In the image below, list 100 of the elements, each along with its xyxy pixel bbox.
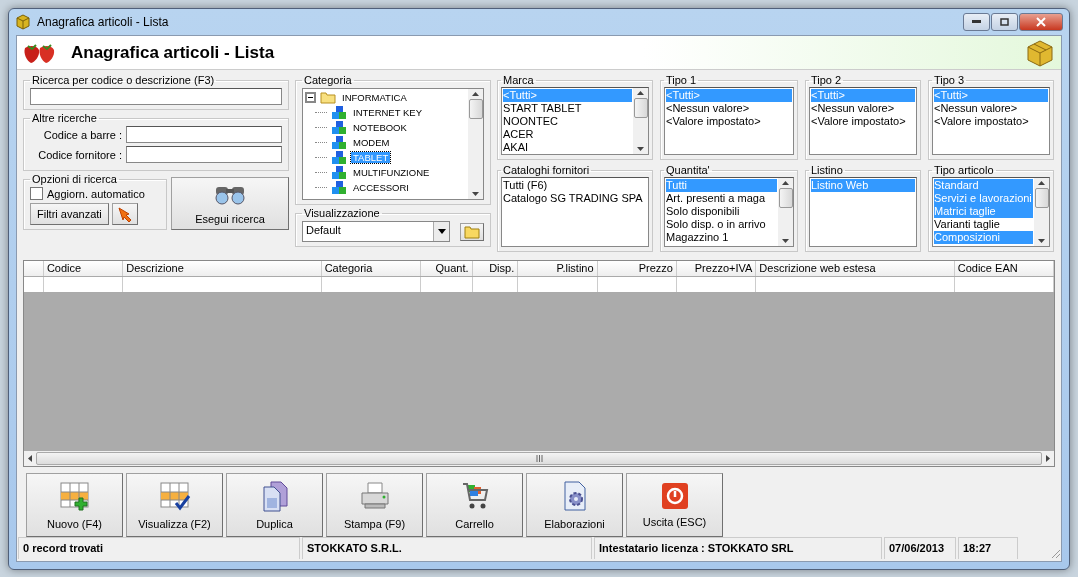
grid-check-icon (158, 480, 191, 512)
maximize-button[interactable] (991, 12, 1018, 31)
action-button[interactable]: Stampa (F9) (326, 473, 423, 537)
column-header[interactable]: Categoria (321, 261, 421, 276)
scroll-thumb[interactable] (778, 188, 793, 208)
scroll-thumb[interactable] (1034, 188, 1049, 208)
scroll-thumb[interactable] (468, 99, 483, 119)
list-item[interactable]: Art. presenti a maga (666, 192, 777, 205)
run-search-button[interactable]: Esegui ricerca (171, 177, 289, 230)
list-item[interactable]: <Valore impostato> (934, 115, 1048, 128)
close-button[interactable] (1019, 12, 1063, 31)
scroll-up-icon[interactable] (637, 91, 644, 95)
tree-item[interactable]: INTERNET KEY (351, 107, 424, 118)
column-header[interactable]: Descrizione (123, 261, 322, 276)
search-field[interactable] (30, 88, 282, 105)
blocks-icon (331, 105, 347, 120)
arrow-button[interactable] (111, 203, 138, 225)
status-text: 07/06/2013 (884, 537, 956, 559)
list-item[interactable]: <Valore impostato> (811, 115, 915, 128)
scroll-down-icon[interactable] (472, 192, 479, 196)
grid-plus-icon (58, 480, 91, 512)
column-header[interactable]: Descrizione web estesa (756, 261, 955, 276)
list-item[interactable]: NOONTEC (503, 115, 632, 128)
input-field[interactable] (126, 146, 282, 163)
list-item[interactable]: Tutti (F6) (503, 179, 647, 192)
field-label: Codice fornitore : (37, 148, 122, 161)
column-header[interactable]: Disp. (472, 261, 519, 276)
list-item[interactable]: <Nessun valore> (666, 102, 792, 115)
status-text: 18:27 (958, 537, 1018, 559)
group-title: Tipo 3 (933, 74, 966, 86)
scrollbar[interactable] (468, 89, 483, 199)
list-item[interactable]: START TABLET (503, 102, 632, 115)
group-title: Tipo 2 (810, 74, 843, 86)
tree-item[interactable]: MULTIFUNZIONE (351, 167, 432, 178)
list-item[interactable]: <Nessun valore> (811, 102, 915, 115)
view-dropdown[interactable]: Default (302, 221, 450, 242)
tree-item[interactable]: NOTEBOOK (351, 122, 409, 133)
scrollbar[interactable] (633, 88, 648, 154)
column-header[interactable]: Codice EAN (954, 261, 1054, 276)
column-header[interactable]: Codice (43, 261, 124, 276)
minimize-icon (972, 20, 981, 23)
action-button[interactable]: Visualizza (F2) (126, 473, 223, 537)
blocks-icon (331, 120, 347, 135)
advanced-filters-button[interactable]: Filtri avanzati (30, 203, 109, 225)
scroll-up-icon[interactable] (782, 181, 789, 185)
checkbox[interactable] (30, 187, 43, 200)
scroll-up-icon[interactable] (1038, 181, 1045, 185)
close-icon (1036, 16, 1046, 27)
collapse-icon[interactable] (305, 92, 316, 103)
printer-icon (358, 480, 391, 512)
resize-grip-icon (1049, 547, 1061, 559)
list-item[interactable]: Varianti taglie (934, 218, 1033, 231)
group-title: Quantita' (665, 164, 711, 176)
action-button[interactable]: Carrello (426, 473, 523, 537)
list-item[interactable]: <Valore impostato> (666, 115, 792, 128)
blocks-icon (331, 150, 347, 165)
tree-item[interactable]: INFORMATICA (340, 92, 409, 103)
group-title: Categoria (303, 74, 353, 86)
action-button[interactable]: Duplica (226, 473, 323, 537)
list-item[interactable]: AKAI (503, 141, 632, 154)
list-item[interactable]: Magazzino 1 (666, 231, 777, 244)
folder-icon (320, 91, 336, 104)
list-item[interactable]: <Nessun valore> (934, 102, 1048, 115)
blocks-icon (331, 180, 347, 195)
list-item[interactable]: Catalogo SG TRADING SPA (503, 192, 647, 205)
window-title: Anagrafica articoli - Lista (37, 14, 169, 29)
minimize-button[interactable] (963, 12, 990, 31)
folder-button[interactable] (460, 222, 484, 241)
action-button[interactable]: Nuovo (F4) (26, 473, 123, 537)
column-header[interactable]: P.listino (518, 261, 598, 276)
column-header[interactable]: Prezzo (597, 261, 677, 276)
group-title: Cataloghi fornitori (502, 164, 591, 176)
blocks-icon (331, 165, 347, 180)
scroll-right-icon[interactable] (1046, 455, 1050, 462)
group-title: Marca (502, 74, 535, 86)
page-title: Anagrafica articoli - Lista (71, 42, 275, 63)
group-title: Tipo 1 (665, 74, 698, 86)
scrollbar[interactable] (778, 178, 793, 246)
input-field[interactable] (126, 126, 282, 143)
scroll-left-icon[interactable] (28, 455, 32, 462)
list-item[interactable]: Solo disponibili (666, 205, 777, 218)
scrollbar[interactable] (1034, 178, 1049, 246)
column-header[interactable]: Quant. (420, 261, 473, 276)
caret-icon (437, 229, 446, 234)
arrow-icon (116, 206, 133, 222)
scroll-down-icon[interactable] (782, 239, 789, 243)
group-title: Listino (810, 164, 844, 176)
list-item[interactable]: Solo disp. o in arrivo (666, 218, 777, 231)
scroll-down-icon[interactable] (1038, 239, 1045, 243)
action-button[interactable]: Uscita (ESC) (626, 473, 723, 537)
grip-icon[interactable] (535, 455, 543, 462)
scroll-down-icon[interactable] (637, 147, 644, 151)
action-button[interactable]: Elaborazioni (526, 473, 623, 537)
list-item[interactable]: ACER (503, 128, 632, 141)
column-header[interactable]: Prezzo+IVA (676, 261, 757, 276)
tree-item[interactable]: MODEM (351, 137, 392, 148)
horizontal-scrollbar[interactable] (24, 451, 1054, 466)
scroll-thumb[interactable] (633, 98, 648, 118)
scroll-up-icon[interactable] (472, 92, 479, 96)
tree-item[interactable]: ACCESSORI (351, 182, 411, 193)
